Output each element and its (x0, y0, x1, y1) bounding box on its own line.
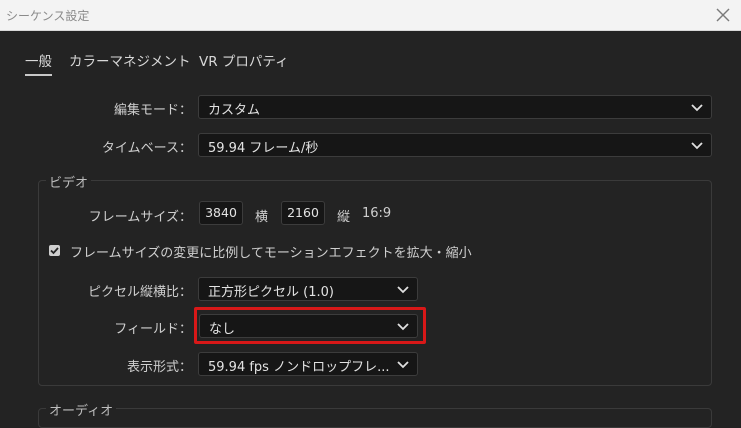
chevron-down-icon (397, 284, 409, 294)
tab-general[interactable]: 一般 (25, 50, 52, 76)
frame-height-unit: 縦 (337, 210, 351, 225)
pixel-aspect-value: 正方形ピクセル (1.0) (208, 285, 334, 300)
tab-color-management[interactable]: カラーマネジメント (69, 50, 191, 74)
aspect-ratio: 16:9 (362, 206, 392, 221)
fields-label: フィールド： (114, 322, 192, 337)
frame-width-field[interactable]: 3840 (199, 201, 243, 225)
edit-mode-dropdown[interactable]: カスタム (198, 95, 712, 119)
frame-width-unit: 横 (255, 210, 269, 225)
frame-height-field[interactable]: 2160 (281, 201, 325, 225)
pixel-aspect-label: ピクセル縦横比： (87, 285, 192, 300)
video-group-label: ビデオ (46, 172, 92, 191)
chevron-down-icon (691, 102, 703, 112)
pixel-aspect-dropdown[interactable]: 正方形ピクセル (1.0) (198, 277, 418, 301)
window-title: シーケンス設定 (6, 9, 90, 23)
tab-vr-properties[interactable]: VR プロパティ (199, 50, 289, 74)
edit-mode-label: 編集モード： (113, 103, 192, 118)
audio-group (38, 408, 712, 428)
display-format-dropdown[interactable]: 59.94 fps ノンドロップフレ... (198, 352, 418, 376)
scale-checkbox-label: フレームサイズの変更に比例してモーションエフェクトを拡大・縮小 (70, 246, 472, 261)
timebase-value: 59.94 フレーム/秒 (208, 141, 319, 156)
edit-mode-value: カスタム (208, 103, 261, 118)
highlight-box (194, 307, 426, 344)
scale-checkbox[interactable] (49, 245, 60, 256)
display-format-label: 表示形式： (126, 360, 192, 375)
display-format-value: 59.94 fps ノンドロップフレ... (208, 360, 390, 375)
timebase-label: タイムベース： (101, 141, 192, 156)
audio-group-label: オーディオ (46, 400, 117, 419)
title-bar: シーケンス設定 (0, 0, 741, 31)
chevron-down-icon (691, 140, 703, 150)
close-icon[interactable] (713, 5, 733, 25)
frame-size-label: フレームサイズ： (88, 210, 192, 225)
timebase-dropdown[interactable]: 59.94 フレーム/秒 (198, 133, 712, 157)
chevron-down-icon (397, 359, 409, 369)
